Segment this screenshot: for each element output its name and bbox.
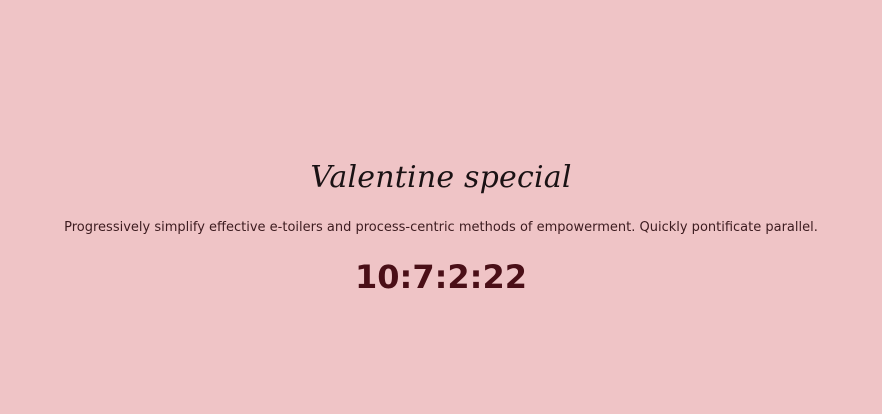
countdown-timer: 10:7:2:22 <box>355 258 527 296</box>
valentine-hero-section: Valentine special Progressively simplify… <box>0 0 882 414</box>
hero-description: Progressively simplify effective e-toile… <box>64 220 818 235</box>
hero-title: Valentine special <box>310 160 572 195</box>
